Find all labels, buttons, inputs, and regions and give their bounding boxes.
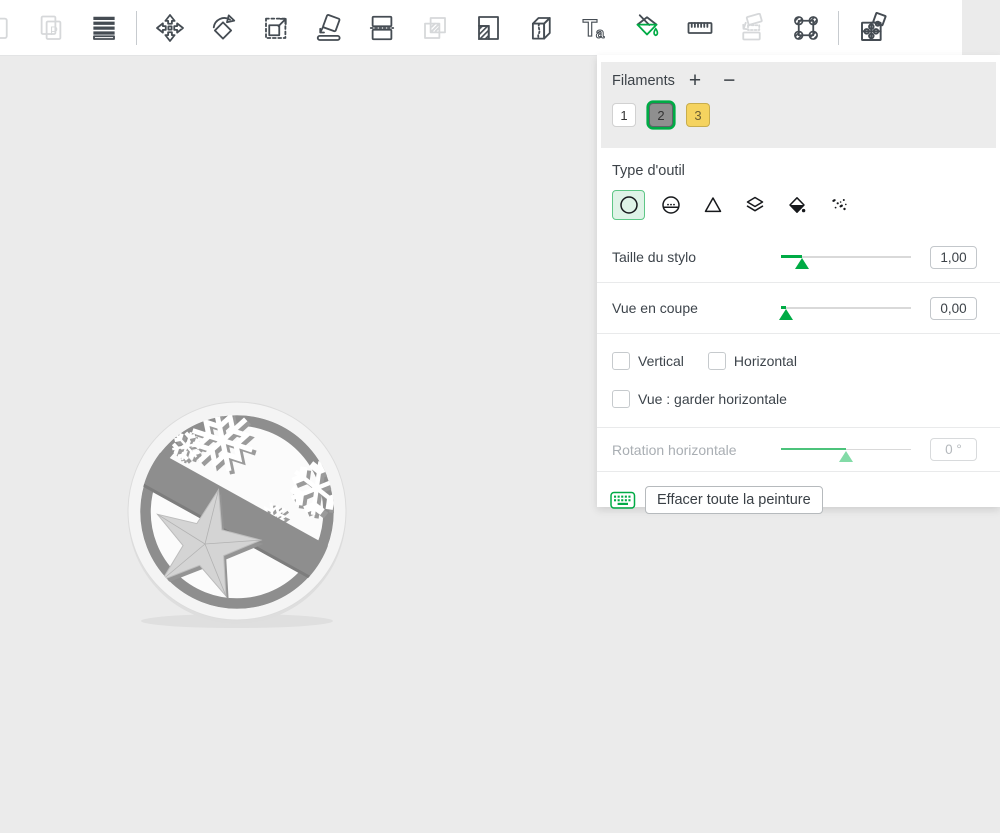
filament-swatch-3[interactable]: 3 (686, 103, 710, 127)
svg-text:a: a (595, 25, 604, 42)
color-paint-icon (636, 13, 658, 36)
assembly-icon (741, 12, 763, 40)
scale-icon (264, 17, 287, 39)
filaments-section: Filaments + − 1 2 3 (601, 62, 996, 148)
axis-checkbox-row: Vertical Horizontal (597, 342, 1000, 380)
rotation-slider[interactable] (781, 440, 911, 462)
support-paint-button[interactable] (461, 4, 514, 52)
circle-brush-icon (619, 196, 638, 214)
tool-triangle-button[interactable] (696, 190, 729, 220)
paste-button[interactable]: P (24, 4, 77, 52)
clear-paint-row: Effacer toute la peinture (597, 472, 1000, 514)
support-paint-icon (477, 15, 499, 40)
keep-view-horizontal-checkbox[interactable]: Vue : garder horizontale (612, 390, 787, 408)
pen-size-slider[interactable] (781, 247, 911, 269)
add-filament-button[interactable]: + (689, 70, 701, 91)
main-toolbar: P T a (0, 0, 962, 56)
slider-track[interactable] (781, 307, 911, 309)
filament-swatch-1[interactable]: 1 (612, 103, 636, 127)
horizontal-label: Horizontal (733, 353, 797, 369)
move-icon (155, 13, 184, 42)
keyboard-shortcut-icon (610, 491, 636, 509)
pen-size-input[interactable] (930, 245, 977, 269)
remove-filament-button[interactable]: − (723, 70, 735, 91)
tool-circle-button[interactable] (612, 190, 645, 220)
rotate-icon (212, 13, 235, 40)
corner-handles-icon (793, 15, 818, 40)
slider-fill (781, 447, 846, 451)
slider-thumb[interactable] (839, 450, 853, 462)
slider-thumb[interactable] (779, 309, 794, 320)
svg-text:P: P (50, 23, 58, 37)
scale-button[interactable] (249, 4, 302, 52)
tool-fill-button[interactable] (780, 190, 813, 220)
section-view-input[interactable] (930, 296, 977, 320)
object-list-button[interactable] (77, 4, 130, 52)
cut-button[interactable] (355, 4, 408, 52)
vertical-checkbox[interactable]: Vertical (612, 352, 684, 370)
copy-button[interactable] (0, 4, 24, 52)
corner-handles-button[interactable] (779, 4, 832, 52)
filaments-label: Filaments (612, 73, 675, 89)
text-tool-button[interactable]: T a (567, 4, 620, 52)
tool-type-section: Type d'outil (597, 148, 1000, 220)
text-tool-icon: T a (582, 14, 605, 42)
place-on-face-icon (316, 13, 341, 41)
toolbar-separator (136, 10, 137, 45)
sphere-brush-icon (661, 196, 680, 214)
tool-sphere-button[interactable] (654, 190, 687, 220)
pen-size-row: Taille du stylo (597, 232, 1000, 282)
slider-thumb[interactable] (794, 258, 809, 269)
measure-icon (687, 21, 712, 34)
fill-bucket-icon (788, 197, 805, 213)
place-on-face-button[interactable] (302, 4, 355, 52)
plugin-puzzle-icon (860, 11, 887, 41)
tool-height-range-button[interactable] (738, 190, 771, 220)
cut-icon (369, 15, 394, 40)
horizontal-checkbox[interactable]: Horizontal (707, 352, 797, 370)
filament-number: 3 (694, 107, 702, 123)
rotation-row: Rotation horizontale (597, 428, 1000, 471)
object-list-icon (92, 16, 115, 40)
rotation-input[interactable] (930, 438, 977, 461)
boolean-icon (423, 16, 446, 39)
checkbox-box[interactable] (612, 352, 630, 370)
section-view-label: Vue en coupe (612, 300, 698, 316)
clear-all-paint-button[interactable]: Effacer toute la peinture (645, 486, 823, 514)
seam-icon (531, 16, 551, 40)
paste-icon: P (40, 15, 61, 40)
triangle-brush-icon (704, 197, 721, 213)
plugin-button[interactable] (845, 4, 898, 52)
model-3d-badge[interactable]: ❅ ❆ ❆ ❅ ❅ ❆ ❆ ❅ (117, 393, 357, 633)
move-button[interactable] (143, 4, 196, 52)
seam-button[interactable] (514, 4, 567, 52)
section-view-row: Vue en coupe (597, 283, 1000, 333)
checkbox-box[interactable] (707, 352, 726, 370)
boolean-button[interactable] (408, 4, 461, 52)
gap-fill-icon (831, 199, 847, 211)
keep-view-horizontal-label: Vue : garder horizontale (638, 391, 787, 407)
color-paint-button[interactable] (620, 4, 673, 52)
assembly-button[interactable] (726, 4, 779, 52)
measure-button[interactable] (673, 4, 726, 52)
pen-size-label: Taille du stylo (612, 249, 697, 265)
filament-number: 2 (657, 107, 665, 123)
height-range-icon (746, 196, 763, 212)
tool-type-label: Type d'outil (612, 163, 685, 179)
divider (597, 333, 1000, 334)
filament-number: 1 (620, 107, 628, 123)
vertical-label: Vertical (638, 353, 684, 369)
rotation-label: Rotation horizontale (612, 441, 737, 458)
copy-icon (0, 17, 8, 39)
tool-gap-fill-button[interactable] (822, 190, 855, 220)
rotate-button[interactable] (196, 4, 249, 52)
keep-horizontal-row: Vue : garder horizontale (597, 380, 1000, 418)
section-view-slider[interactable] (779, 298, 911, 320)
paint-tool-panel: Filaments + − 1 2 3 Type d'outil Taille … (597, 55, 1000, 514)
toolbar-separator (838, 10, 839, 45)
checkbox-box[interactable] (612, 390, 630, 408)
filament-swatch-2[interactable]: 2 (649, 103, 673, 127)
